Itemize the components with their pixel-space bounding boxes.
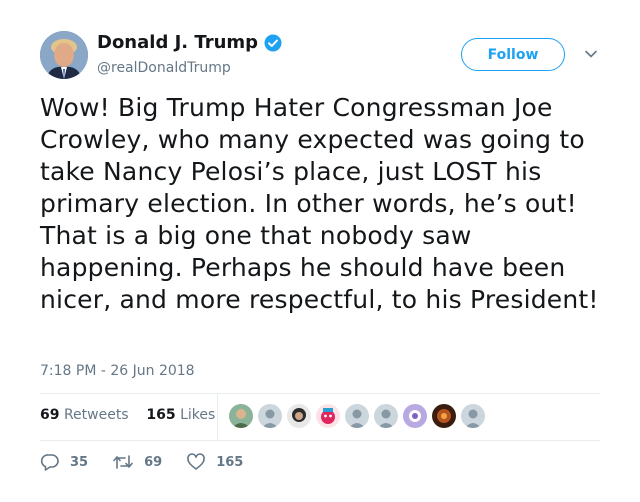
liker-avatar[interactable] (432, 404, 456, 428)
stats-separator (217, 393, 218, 440)
author-avatar[interactable] (40, 31, 88, 79)
tweet-actions: 35 69 165 (40, 452, 267, 472)
heart-icon (187, 453, 206, 470)
chevron-down-icon[interactable] (584, 46, 598, 60)
author-handle[interactable]: @realDonaldTrump (97, 58, 231, 78)
retweets-count: 69 (40, 407, 60, 423)
retweet-button[interactable]: 69 (112, 452, 162, 472)
liker-avatar[interactable] (374, 404, 398, 428)
liker-avatar[interactable] (229, 404, 253, 428)
retweet-icon (113, 455, 133, 469)
tweet-timestamp[interactable]: 7:18 PM - 26 Jun 2018 (40, 361, 195, 381)
likes-label: Likes (180, 407, 216, 423)
liker-avatar[interactable] (345, 404, 369, 428)
retweet-count: 69 (144, 454, 163, 470)
like-count: 165 (216, 454, 244, 470)
retweets-stat[interactable]: 69 Retweets (40, 407, 129, 423)
like-button[interactable]: 165 (186, 452, 243, 472)
liker-avatar[interactable] (461, 404, 485, 428)
likes-stat[interactable]: 165 Likes (146, 407, 215, 423)
author-name[interactable]: Donald J. Trump (97, 31, 258, 55)
tweet-stats: 69 Retweets 165 Likes (40, 405, 215, 425)
divider-bottom (40, 440, 600, 441)
tweet-text: Wow! Big Trump Hater Congressman Joe Cro… (40, 93, 599, 314)
author-name-row[interactable]: Donald J. Trump (97, 31, 282, 55)
liker-avatar[interactable] (287, 404, 311, 428)
verified-badge-icon (264, 34, 282, 52)
likes-count: 165 (146, 407, 176, 423)
reply-count: 35 (70, 454, 89, 470)
follow-button[interactable]: Follow (461, 38, 565, 71)
reply-icon (40, 454, 59, 471)
liker-avatars (229, 404, 485, 428)
liker-avatar[interactable] (403, 404, 427, 428)
liker-avatar[interactable] (258, 404, 282, 428)
reply-button[interactable]: 35 (40, 452, 88, 472)
divider-top (40, 393, 600, 394)
retweets-label: Retweets (63, 407, 129, 423)
liker-avatar[interactable] (316, 404, 340, 428)
